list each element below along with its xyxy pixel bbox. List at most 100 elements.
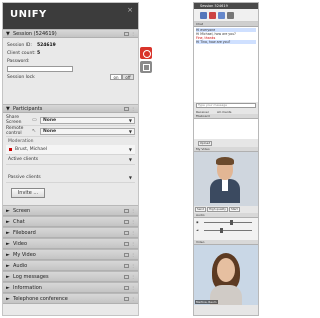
- lock-on-button[interactable]: on: [110, 74, 122, 80]
- password-input-row: [7, 65, 134, 73]
- participants-icon[interactable]: [200, 11, 207, 19]
- session-details: Session ID: 524619 Client count: 5 Passw…: [3, 38, 138, 104]
- active-clients-list: [6, 165, 135, 173]
- session-id-label: Session ID:: [7, 42, 32, 48]
- section-header-chat[interactable]: ► Chat ⋮: [3, 216, 138, 227]
- expand-icon: ►: [6, 229, 10, 236]
- detach-icon[interactable]: [140, 61, 152, 73]
- section-title: Fileboard: [13, 229, 36, 236]
- participants-section-header[interactable]: ▼ Participants ⋮: [3, 104, 138, 113]
- undock-icon[interactable]: [124, 241, 129, 246]
- invite-button[interactable]: Invite ...: [11, 188, 45, 198]
- section-header-fileboard[interactable]: ► Fileboard ⋮: [3, 227, 138, 238]
- video-controls: Send High quality Start: [194, 206, 258, 213]
- my-video-feed: [194, 152, 258, 206]
- drag-handle-icon[interactable]: ⋮: [131, 241, 135, 246]
- share-screen-select[interactable]: None ▼: [40, 116, 135, 124]
- client-count-label: Client count:: [7, 50, 36, 56]
- session-section-header[interactable]: ▼ Session (524619) ⋮: [3, 29, 138, 38]
- section-title: Log messages: [13, 273, 49, 280]
- chevron-down-icon: ▼: [128, 175, 132, 180]
- undock-icon[interactable]: [124, 31, 129, 36]
- session-id-value: 524619: [37, 42, 56, 48]
- participants-body: Share Screen ▭ None ▼ Remote control ↖ N…: [3, 113, 138, 205]
- section-header-information[interactable]: ► Information ⋮: [3, 282, 138, 293]
- undock-icon[interactable]: [124, 106, 129, 111]
- drag-handle-icon[interactable]: ⋮: [131, 274, 135, 279]
- drag-handle-icon[interactable]: ⋮: [131, 285, 135, 290]
- section-header-telephone-conference[interactable]: ► Telephone conference ⋮: [3, 293, 138, 304]
- recipient-select[interactable]: All clients: [217, 110, 231, 114]
- chat-icon[interactable]: [218, 11, 225, 19]
- undock-icon[interactable]: [124, 208, 129, 213]
- undock-icon[interactable]: [124, 296, 129, 301]
- chat-line: Hi Tina, how are you?: [196, 40, 256, 44]
- section-header-my-video[interactable]: ► My Video ⋮: [3, 249, 138, 260]
- local-participant-image: [210, 157, 240, 203]
- share-screen-value: None: [43, 117, 57, 123]
- upload-row: Upload: [194, 139, 258, 147]
- section-header-screen[interactable]: ► Screen ⋮: [3, 205, 138, 216]
- section-header-log-messages[interactable]: ► Log messages ⋮: [3, 271, 138, 282]
- microphone-icon: ◉: [196, 220, 199, 224]
- expand-icon: ►: [6, 240, 10, 247]
- unify-logo: UNIFY: [10, 9, 47, 20]
- undock-icon[interactable]: [124, 274, 129, 279]
- chevron-down-icon: ▼: [128, 157, 132, 162]
- undock-icon[interactable]: [124, 219, 129, 224]
- record-icon[interactable]: [140, 47, 152, 59]
- drag-handle-icon[interactable]: ⋮: [131, 208, 135, 213]
- active-clients-header[interactable]: Active clients ▼: [6, 155, 135, 165]
- drag-handle-icon[interactable]: ⋮: [131, 31, 135, 36]
- section-title: Screen: [13, 207, 31, 214]
- share-icon[interactable]: [209, 11, 216, 19]
- passive-clients-label: Passive clients: [8, 175, 41, 180]
- passive-clients-header[interactable]: Passive clients ▼: [6, 173, 135, 183]
- microphone-slider[interactable]: ◉: [196, 220, 256, 225]
- share-screen-row: Share Screen ▭ None ▼: [6, 115, 135, 126]
- expand-icon: ►: [6, 218, 10, 225]
- chevron-down-icon: ▼: [128, 147, 132, 152]
- section-header-audio[interactable]: ► Audio ⋮: [3, 260, 138, 271]
- session-id-row: Session ID: 524619: [7, 41, 134, 49]
- fileboard-area: [194, 119, 258, 139]
- undock-icon[interactable]: [124, 230, 129, 235]
- speaker-slider[interactable]: ◄: [196, 228, 256, 233]
- drag-handle-icon[interactable]: ⋮: [131, 219, 135, 224]
- drag-handle-icon[interactable]: ⋮: [131, 263, 135, 268]
- upload-button[interactable]: Upload: [198, 140, 212, 146]
- undock-icon[interactable]: [124, 263, 129, 268]
- settings-icon[interactable]: [227, 11, 234, 19]
- screen-icon: ▭: [32, 117, 37, 123]
- session-lock-row: Session lock on off: [7, 73, 134, 81]
- invite-area: Invite ...: [6, 183, 135, 203]
- drag-handle-icon[interactable]: ⋮: [131, 252, 135, 257]
- remote-control-select[interactable]: None ▼: [40, 127, 135, 135]
- password-field[interactable]: [7, 66, 73, 72]
- drag-handle-icon[interactable]: ⋮: [131, 230, 135, 235]
- quality-select[interactable]: High quality: [207, 207, 228, 212]
- section-title: Video: [13, 240, 28, 247]
- section-header-video[interactable]: ► Video ⋮: [3, 238, 138, 249]
- expand-icon: ►: [6, 284, 10, 291]
- moderator-name: Brust, Michael: [15, 147, 47, 152]
- moderator-item[interactable]: Brust, Michael ▼: [6, 145, 135, 155]
- remote-video-feed: Martina, Raum: [194, 245, 258, 305]
- expand-icon: ►: [6, 262, 10, 269]
- collapse-icon: ▼: [6, 105, 10, 112]
- lock-off-button[interactable]: off: [122, 74, 134, 80]
- start-video-button[interactable]: Start: [228, 207, 240, 212]
- active-clients-label: Active clients: [8, 157, 39, 162]
- send-video-button[interactable]: Send: [195, 207, 207, 212]
- drag-handle-icon[interactable]: ⋮: [131, 106, 135, 111]
- toolbar: [194, 9, 258, 22]
- undock-icon[interactable]: [124, 285, 129, 290]
- close-icon[interactable]: ×: [127, 6, 133, 14]
- undock-icon[interactable]: [124, 252, 129, 257]
- expand-icon: ►: [6, 207, 10, 214]
- session-section-title: Session (524619): [13, 30, 57, 37]
- pointer-icon: ↖: [32, 128, 37, 134]
- drag-handle-icon[interactable]: ⋮: [131, 296, 135, 301]
- recipient-label: Receiver: [196, 109, 209, 114]
- chat-input[interactable]: Type your message: [196, 103, 256, 108]
